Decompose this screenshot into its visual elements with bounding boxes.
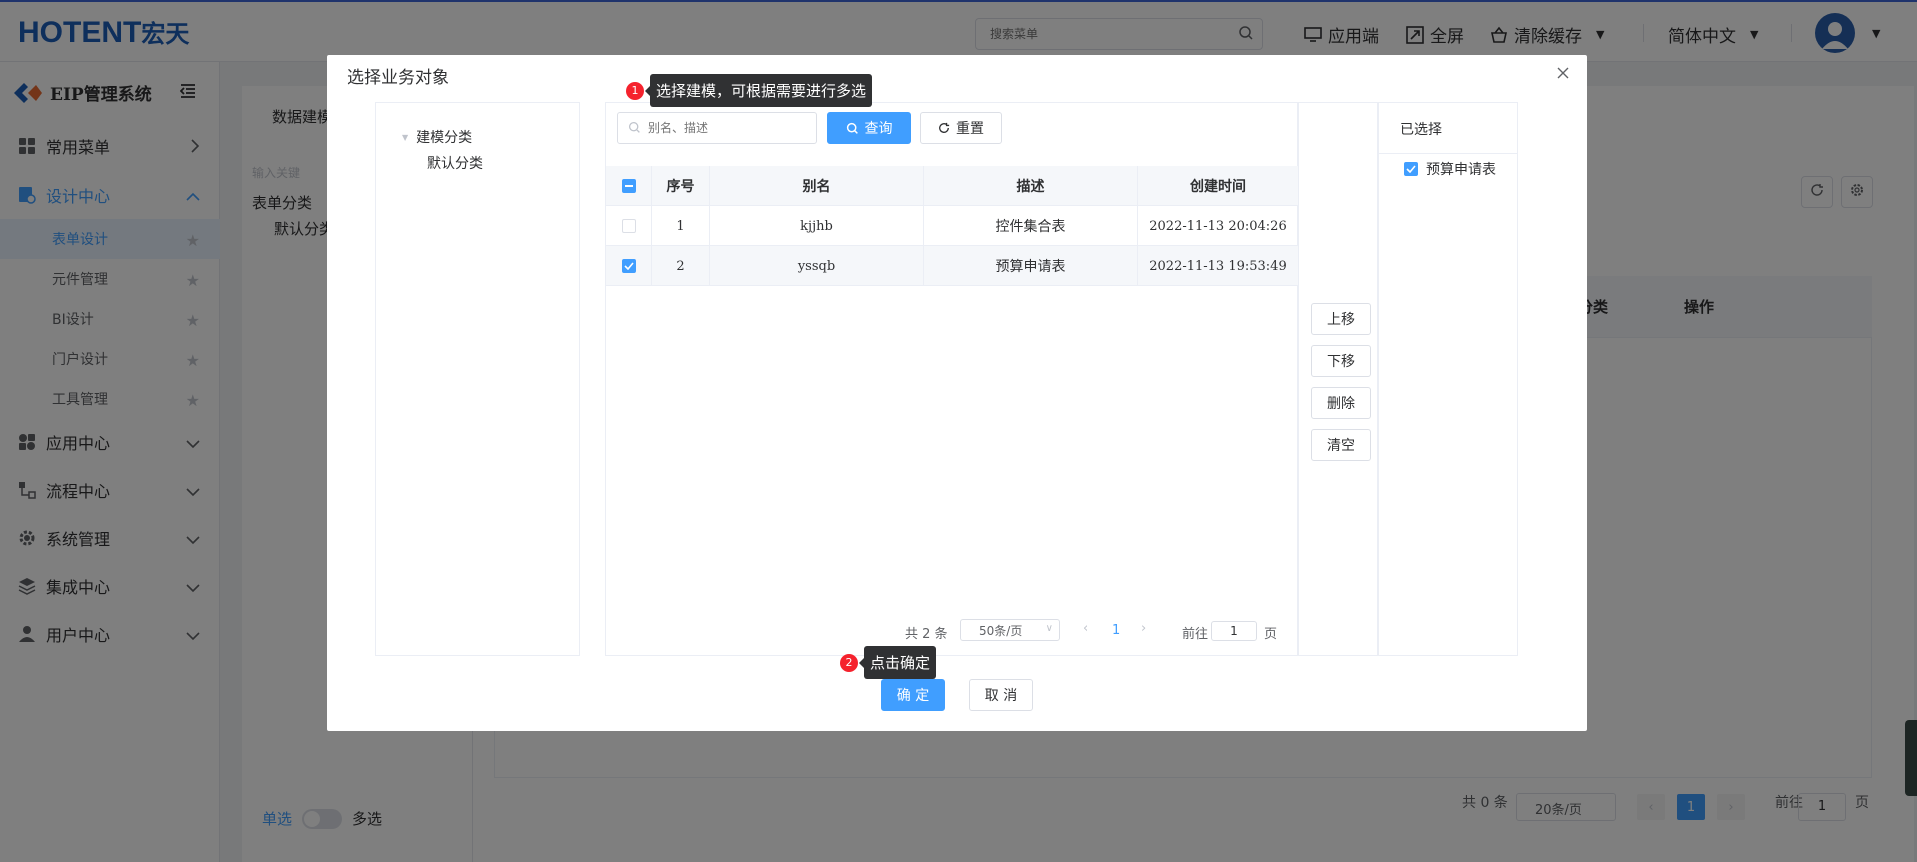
cell-created: 2022-11-13 20:04:26 (1149, 218, 1287, 234)
search-icon (846, 122, 859, 135)
close-icon[interactable] (1557, 67, 1569, 83)
guide-tip-1: 1 选择建模，可根据需要进行多选 (626, 74, 873, 107)
guide-tip-2: 2 点击确定 (840, 646, 937, 679)
select-all-checkbox[interactable] (621, 179, 636, 193)
column-desc: 描述 (924, 166, 1138, 206)
cell-index: 2 (652, 246, 710, 286)
page-size-label: 50条/页 (979, 623, 1023, 638)
column-alias: 别名 (710, 166, 924, 206)
delete-button[interactable]: 删除 (1311, 387, 1371, 419)
reset-label: 重置 (956, 121, 984, 137)
query-label: 查询 (864, 121, 893, 137)
select-business-object-dialog: 选择业务对象 ▼ 建模分类 默认分类 查询 重置 序号 别名 描述 创建时间 (327, 55, 1587, 731)
tree-node-model-category[interactable]: ▼ 建模分类 (402, 127, 472, 147)
cancel-button[interactable]: 取 消 (969, 679, 1033, 711)
table-row[interactable]: 2 yssqb 预算申请表 2022-11-13 19:53:49 (606, 246, 1298, 286)
cell-alias: yssqb (710, 246, 924, 286)
search-icon (628, 121, 641, 138)
goto-suffix: 页 (1264, 627, 1278, 642)
tip-number: 2 (840, 653, 858, 672)
selected-panel (1378, 102, 1518, 656)
tree-node-label: 建模分类 (416, 130, 473, 146)
table-row[interactable]: 1 kjjhb 控件集合表 2022-11-13 20:04:26 (606, 206, 1298, 246)
row-checkbox-cell[interactable] (606, 246, 652, 286)
reset-button[interactable]: 重置 (920, 112, 1002, 144)
next-page-button[interactable]: › (1141, 621, 1146, 636)
prev-page-button[interactable]: ‹ (1083, 621, 1088, 636)
row-checkbox[interactable] (621, 259, 636, 273)
cell-alias: kjjhb (710, 206, 924, 246)
cell-desc: 控件集合表 (924, 206, 1138, 246)
chevron-down-icon: ∨ (1045, 623, 1053, 634)
cell-created: 2022-11-13 19:53:49 (1149, 258, 1287, 274)
cell-desc: 预算申请表 (924, 246, 1138, 286)
move-down-button[interactable]: 下移 (1311, 345, 1371, 377)
caret-down-icon[interactable]: ▼ (402, 133, 408, 142)
tree-panel (375, 102, 580, 656)
tree-node-label: 默认分类 (427, 156, 483, 172)
selected-title: 已选择 (1400, 122, 1442, 138)
refresh-icon (938, 122, 950, 134)
page-size-select[interactable]: 50条/页 ∨ (960, 619, 1060, 641)
column-index: 序号 (652, 166, 710, 206)
goto-prefix: 前往 (1182, 627, 1209, 642)
action-panel (1298, 102, 1378, 656)
query-button[interactable]: 查询 (827, 112, 911, 144)
tip-text: 点击确定 (858, 646, 937, 679)
alias-desc-input[interactable] (648, 121, 808, 135)
select-all-cell[interactable] (606, 166, 652, 206)
divider (1379, 153, 1517, 154)
move-up-button[interactable]: 上移 (1311, 303, 1371, 335)
alias-desc-search[interactable] (617, 112, 817, 144)
tip-text: 选择建模，可根据需要进行多选 (644, 74, 873, 107)
dialog-title: 选择业务对象 (347, 68, 449, 88)
page-number[interactable]: 1 (1112, 623, 1120, 638)
confirm-button[interactable]: 确 定 (881, 679, 945, 711)
tip-number: 1 (626, 81, 644, 100)
selected-item-label: 预算申请表 (1426, 162, 1496, 178)
tree-node-default-category[interactable]: 默认分类 (427, 153, 483, 173)
row-checkbox[interactable] (621, 219, 636, 233)
pager-total: 共 2 条 (905, 627, 948, 642)
column-created: 创建时间 (1190, 179, 1246, 195)
goto-page-input[interactable]: 1 (1211, 621, 1257, 641)
cell-index: 1 (652, 206, 710, 246)
selected-item[interactable]: 预算申请表 (1404, 159, 1496, 179)
clear-button[interactable]: 清空 (1311, 429, 1371, 461)
row-checkbox-cell[interactable] (606, 206, 652, 246)
selected-item-checkbox[interactable] (1404, 162, 1418, 176)
table-header: 序号 别名 描述 创建时间 (606, 166, 1298, 206)
